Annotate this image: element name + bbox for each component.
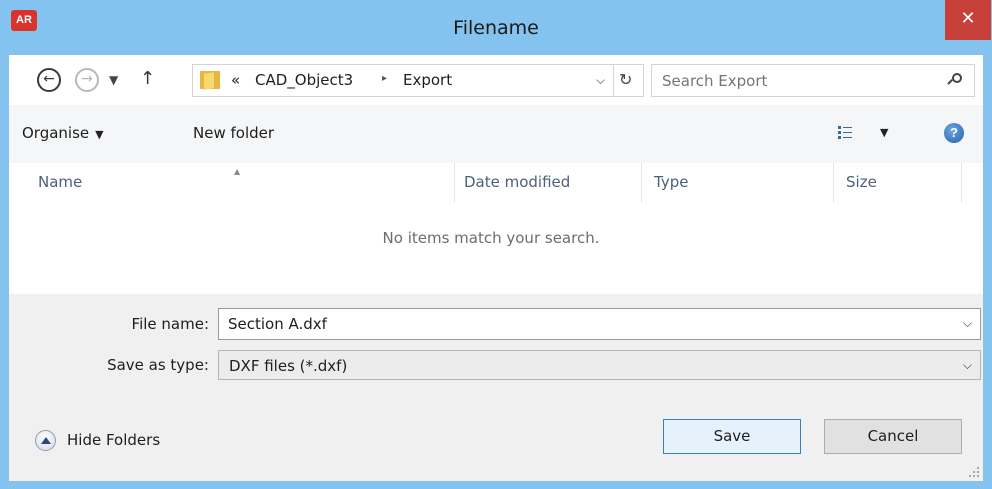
save-form: File name: ⌵ Save as type: DXF files (*.… [9,294,983,481]
window-title: Filename [453,17,539,39]
resize-grip-icon[interactable] [969,467,979,477]
breadcrumb-overflow[interactable]: « [231,71,240,89]
hide-folders-label: Hide Folders [67,431,161,449]
address-bar[interactable]: « CAD_Object3 ▸ Export ⌵ ↻ [192,64,644,97]
recent-locations-dropdown[interactable]: ▼ [109,73,118,87]
column-divider[interactable] [961,163,962,203]
column-header-type[interactable]: Type [654,173,688,191]
up-folder-button[interactable]: ↑ [140,68,155,89]
column-divider[interactable] [833,163,834,203]
new-folder-button[interactable]: New folder [193,124,274,142]
column-header-size[interactable]: Size [846,173,877,191]
cancel-button[interactable]: Cancel [824,419,962,454]
address-divider [613,65,614,96]
title-bar[interactable]: AR Filename ✕ [0,0,992,55]
navigation-bar: ← → ▼ ↑ « CAD_Object3 ▸ Export ⌵ ↻ Searc… [9,55,983,105]
file-name-label: File name: [131,315,209,333]
up-arrow-icon: ↑ [140,68,156,89]
empty-list-message: No items match your search. [382,229,600,247]
save-as-type-select[interactable]: DXF files (*.dxf) ⌵ [218,350,981,380]
save-as-type-label: Save as type: [107,356,209,374]
forward-arrow-icon: → [81,71,93,87]
save-as-type-value: DXF files (*.dxf) [229,357,348,375]
file-name-combobox[interactable]: ⌵ [218,308,981,340]
refresh-icon[interactable]: ↻ [619,70,632,89]
organise-button[interactable]: Organise ▼ [22,124,104,142]
breadcrumb-item-export[interactable]: Export [403,71,452,89]
sort-ascending-icon: ▲ [234,167,241,176]
chevron-down-icon[interactable]: ⌵ [963,358,972,373]
folder-icon [200,71,220,90]
save-button[interactable]: Save [663,419,801,454]
address-dropdown-icon[interactable]: ⌵ [596,73,605,88]
file-list[interactable]: ▲ Name Date modified Type Size No items … [9,163,983,294]
organise-label: Organise [22,124,90,142]
column-header-name[interactable]: Name [38,173,82,191]
file-name-input[interactable] [219,309,949,339]
column-divider[interactable] [641,163,642,203]
column-divider[interactable] [454,163,455,203]
chevron-down-icon: ▼ [880,126,889,139]
close-button[interactable]: ✕ [945,0,991,40]
chevron-down-icon: ▼ [95,128,104,141]
breadcrumb-separator-icon[interactable]: ▸ [382,73,387,84]
view-options-icon[interactable] [838,126,852,140]
search-icon[interactable] [947,73,962,87]
command-toolbar: Organise ▼ New folder ▼ ? [9,105,983,163]
search-input[interactable] [652,65,942,96]
help-icon[interactable]: ? [944,123,964,143]
dialog-client-area: ← → ▼ ↑ « CAD_Object3 ▸ Export ⌵ ↻ Searc… [9,55,983,481]
breadcrumb-item-cad-object3[interactable]: CAD_Object3 [255,71,353,89]
forward-button[interactable]: → [75,68,99,92]
view-options-dropdown[interactable]: ▼ [880,126,888,139]
save-dialog-window: AR Filename ✕ ← → ▼ ↑ « CAD_Object3 ▸ Ex… [0,0,992,489]
chevron-down-icon: ▼ [109,73,119,87]
collapse-up-icon [35,430,56,451]
back-button[interactable]: ← [37,68,61,92]
back-arrow-icon: ← [43,71,55,87]
chevron-down-icon[interactable]: ⌵ [963,316,972,331]
column-header-date-modified[interactable]: Date modified [464,173,570,191]
search-box[interactable] [651,64,975,97]
